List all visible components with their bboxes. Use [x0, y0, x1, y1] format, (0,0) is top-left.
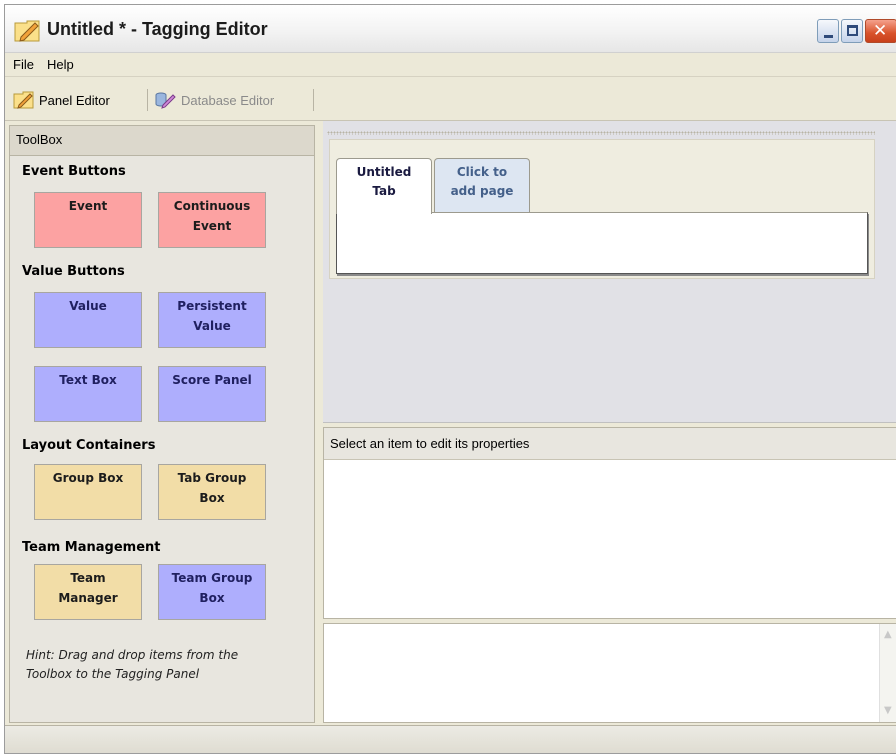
title-bar[interactable]: Untitled * - Tagging Editor ✕	[5, 5, 896, 53]
tab-database-editor[interactable]: Database Editor	[155, 87, 274, 113]
output-text-area[interactable]: ▲ ▼	[323, 623, 896, 723]
tagging-panel-area: Untitled Tab Click to add page	[323, 121, 896, 423]
toolbox-group-box-button[interactable]: Group Box	[34, 464, 142, 520]
toolbox-score-panel-button[interactable]: Score Panel	[158, 366, 266, 422]
scroll-up-icon[interactable]: ▲	[884, 630, 894, 640]
properties-panel: Select an item to edit its properties	[323, 427, 896, 619]
minimize-button[interactable]	[817, 19, 839, 43]
toolbox-tab-group-box-button[interactable]: Tab Group Box	[158, 464, 266, 520]
toolbox-hint: Hint: Drag and drop items from the Toolb…	[26, 648, 239, 681]
toolbar-separator	[147, 89, 148, 111]
tab-content-area[interactable]	[336, 212, 868, 274]
database-edit-icon	[155, 92, 176, 109]
status-bar	[5, 725, 896, 753]
tab-database-editor-label: Database Editor	[181, 92, 275, 108]
button-label: Persistent Value	[177, 299, 247, 333]
section-value-buttons: Value Buttons	[22, 264, 125, 279]
tab-add-page[interactable]: Click to add page	[434, 158, 530, 212]
tab-untitled[interactable]: Untitled Tab	[336, 158, 432, 214]
vertical-scrollbar[interactable]: ▲ ▼	[879, 624, 896, 722]
button-label: Value	[69, 299, 107, 313]
scroll-down-icon[interactable]: ▼	[884, 706, 894, 716]
toolbox-text-box-button[interactable]: Text Box	[34, 366, 142, 422]
toolbox-event-button[interactable]: Event	[34, 192, 142, 248]
button-label: Text Box	[59, 373, 117, 387]
button-label: Event	[68, 199, 108, 213]
properties-header: Select an item to edit its properties	[324, 428, 896, 460]
pencil-icon	[14, 20, 40, 42]
toolbox-value-button[interactable]: Value	[34, 292, 142, 348]
maximize-button[interactable]	[841, 19, 863, 43]
tagging-editor-window: Untitled * - Tagging Editor ✕ File Help …	[4, 4, 896, 754]
menu-file[interactable]: File	[13, 57, 34, 72]
tab-panel-editor[interactable]: Panel Editor	[13, 87, 110, 113]
tab-panel-editor-label: Panel Editor	[39, 92, 110, 108]
section-layout-containers: Layout Containers	[22, 438, 156, 453]
window-title: Untitled * - Tagging Editor	[47, 19, 268, 39]
toolbox-panel: ToolBox Event Buttons Event Continuous Ev…	[9, 125, 315, 723]
button-label: Group Box	[52, 471, 124, 485]
button-label: Team Group Box	[171, 571, 253, 605]
toolbar-separator	[313, 89, 314, 111]
drag-grip[interactable]	[327, 131, 875, 135]
button-label: Score Panel	[172, 373, 252, 387]
button-label: Team Manager	[58, 571, 118, 605]
toolbox-title: ToolBox	[10, 126, 314, 156]
toolbox-team-manager-button[interactable]: Team Manager	[34, 564, 142, 620]
menu-help[interactable]: Help	[47, 57, 74, 72]
close-button[interactable]: ✕	[865, 19, 896, 43]
button-label: Continuous Event	[173, 199, 251, 233]
editor-toolbar: Panel Editor Database Editor	[5, 77, 896, 121]
button-label: Tab Group Box	[177, 471, 247, 505]
minimize-icon	[824, 35, 833, 38]
pencil-icon	[13, 91, 34, 109]
tab-group-box[interactable]: Untitled Tab Click to add page	[329, 139, 875, 279]
toolbox-continuous-event-button[interactable]: Continuous Event	[158, 192, 266, 248]
maximize-icon	[847, 25, 858, 36]
menu-bar: File Help	[5, 53, 896, 77]
section-event-buttons: Event Buttons	[22, 164, 126, 179]
toolbox-persistent-value-button[interactable]: Persistent Value	[158, 292, 266, 348]
close-icon: ✕	[873, 21, 888, 41]
toolbox-team-group-box-button[interactable]: Team Group Box	[158, 564, 266, 620]
section-team-management: Team Management	[22, 540, 161, 555]
